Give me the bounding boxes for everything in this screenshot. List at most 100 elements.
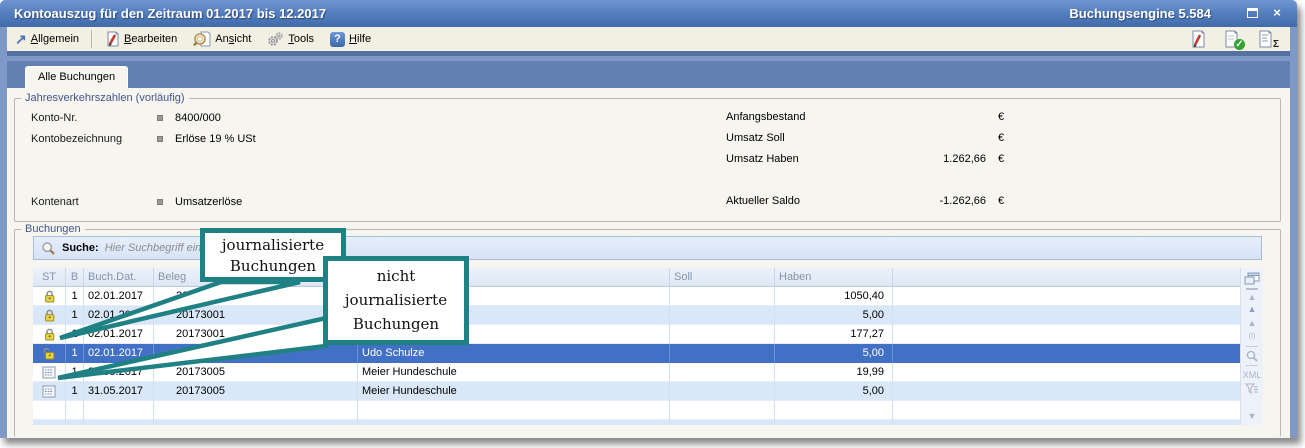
- callout-text: Buchungen: [205, 256, 341, 277]
- cell-b: 1: [66, 363, 84, 382]
- callout-text: nicht: [328, 264, 464, 288]
- field-value: 1.262,66: [876, 153, 986, 165]
- table-row-empty: [33, 401, 1240, 420]
- table-row[interactable]: 1 02.01.2017 20173001 Udo Schulze 177,27: [33, 325, 1240, 344]
- field-umsatz-soll: Umsatz Soll €: [726, 132, 1026, 146]
- row-indicator-icon[interactable]: (I): [1241, 330, 1263, 344]
- bookings-table: ST B Buch.Dat. Beleg Soll Haben 1 02.01.…: [33, 268, 1240, 425]
- currency-label: €: [998, 153, 1004, 165]
- menu-tools[interactable]: Tools: [259, 27, 322, 51]
- column-chooser-icon[interactable]: [1244, 272, 1260, 285]
- gears-icon: [267, 31, 284, 47]
- cell-filler: [893, 382, 1240, 401]
- currency-label: €: [998, 132, 1004, 144]
- scroll-top-icon[interactable]: ▲: [1246, 288, 1258, 302]
- table-row[interactable]: 1 31.05.2017 20173005 Meier Hundeschule …: [33, 382, 1240, 401]
- field-label: Anfangsbestand: [726, 111, 806, 123]
- grid-button-strip: ▲ ▲ ▲ (I) XML ▼: [1240, 268, 1263, 425]
- document-sum-button[interactable]: Σ: [1258, 30, 1276, 48]
- cell-date: 02.01.2017: [84, 287, 154, 306]
- screen: Kontoauszug für den Zeitraum 01.2017 bis…: [0, 0, 1305, 448]
- cell-b: 1: [66, 382, 84, 401]
- check-icon: ✓: [1234, 39, 1245, 50]
- arrow-up-right-icon: ↗: [15, 31, 27, 48]
- close-button[interactable]: ×: [1269, 6, 1285, 21]
- document-check-button[interactable]: ✓: [1224, 30, 1242, 48]
- restore-icon: [1247, 8, 1258, 18]
- bullet-icon: [157, 199, 163, 205]
- lock-icon: [43, 309, 56, 322]
- cell-filler: [893, 306, 1240, 325]
- tab-alle-buchungen[interactable]: Alle Buchungen: [25, 66, 128, 89]
- currency-label: €: [998, 111, 1004, 123]
- document-edit-button[interactable]: [1190, 30, 1208, 48]
- cell-haben: 19,99: [775, 363, 893, 382]
- down-arrow-icon[interactable]: ▼: [1241, 409, 1263, 423]
- app-window: Kontoauszug für den Zeitraum 01.2017 bis…: [0, 0, 1297, 438]
- field-kontenart: Kontenart Umsatzerlöse: [31, 195, 242, 209]
- field-label: Aktueller Saldo: [726, 195, 800, 207]
- menu-allgemein-label: Allgemein: [31, 33, 79, 45]
- tabstrip: Alle Buchungen: [7, 61, 1290, 88]
- bullet-icon: [157, 115, 163, 121]
- field-anfangsbestand: Anfangsbestand €: [726, 111, 1026, 125]
- list-icon: [42, 366, 56, 379]
- search-placeholder: Hier Suchbegriff ein: [105, 242, 202, 254]
- bullet-icon: [157, 136, 163, 142]
- cell-date: 02.01.2017: [84, 306, 154, 325]
- cell-beleg: 20173005: [154, 382, 358, 401]
- field-label: Kontenart: [31, 196, 157, 208]
- menu-ansicht-label: Ansicht: [215, 33, 251, 45]
- restore-button[interactable]: [1245, 6, 1261, 21]
- cell-name: Meier Hundeschule: [358, 363, 670, 382]
- cell-b: 1: [66, 287, 84, 306]
- cell-haben: 5,00: [775, 306, 893, 325]
- cell-name: Meier Hundeschule: [358, 382, 670, 401]
- sigma-icon: Σ: [1273, 39, 1279, 50]
- zoom-icon[interactable]: [1241, 349, 1263, 363]
- field-label: Umsatz Soll: [726, 132, 785, 144]
- col-header-haben: Haben: [775, 268, 893, 287]
- titlebar: Kontoauszug für den Zeitraum 01.2017 bis…: [0, 0, 1297, 27]
- cell-soll: [670, 306, 775, 325]
- filter-icon[interactable]: [1241, 382, 1263, 396]
- cell-date: 02.01.2017: [84, 325, 154, 344]
- xml-export-icon[interactable]: XML: [1241, 368, 1263, 382]
- cell-soll: [670, 344, 775, 363]
- engine-version: Buchungsengine 5.584: [1069, 6, 1211, 21]
- callout-text: Buchungen: [328, 312, 464, 336]
- cell-filler: [893, 287, 1240, 306]
- cell-filler: [893, 363, 1240, 382]
- table-row[interactable]: 1 02.01.2017 20173001 5,00: [33, 306, 1240, 325]
- list-icon: [42, 385, 56, 398]
- table-row-empty: [33, 420, 1240, 425]
- cell-date: 31.05.2017: [84, 382, 154, 401]
- menu-bearbeiten[interactable]: Bearbeiten: [96, 27, 185, 51]
- field-value: Umsatzerlöse: [175, 196, 242, 208]
- table-row[interactable]: 1 31.05.2017 20173005 Meier Hundeschule …: [33, 363, 1240, 382]
- menu-ansicht[interactable]: Ansicht: [185, 27, 259, 51]
- cell-haben: 5,00: [775, 344, 893, 363]
- bookings-legend: Buchungen: [21, 223, 85, 235]
- cell-beleg: 20173005: [154, 363, 358, 382]
- table-row-selected[interactable]: 1 02.01.2017 20173002 Udo Schulze 5,00: [33, 344, 1240, 363]
- up-arrow-icon[interactable]: ▲: [1241, 316, 1263, 330]
- magnifier-document-icon: [193, 31, 211, 47]
- cell-haben: 5,00: [775, 382, 893, 401]
- lock-open-icon: [42, 347, 56, 360]
- cell-b: 1: [66, 344, 84, 363]
- cell-haben: 1050,40: [775, 287, 893, 306]
- menu-hilfe[interactable]: ? Hilfe: [322, 27, 379, 51]
- cell-soll: [670, 287, 775, 306]
- table-row[interactable]: 1 02.01.2017 20173001 1050,40: [33, 287, 1240, 306]
- cell-date: 31.05.2017: [84, 363, 154, 382]
- help-icon: ?: [330, 32, 345, 47]
- cell-filler: [893, 325, 1240, 344]
- menu-hilfe-label: Hilfe: [349, 33, 371, 45]
- menu-bearbeiten-label: Bearbeiten: [124, 33, 177, 45]
- field-label: Konto-Nr.: [31, 112, 157, 124]
- menu-allgemein[interactable]: ↗ Allgemein: [7, 27, 87, 51]
- col-header-soll: Soll: [670, 268, 775, 287]
- col-header-filler: [893, 268, 1240, 287]
- page-up-icon[interactable]: ▲: [1241, 302, 1263, 316]
